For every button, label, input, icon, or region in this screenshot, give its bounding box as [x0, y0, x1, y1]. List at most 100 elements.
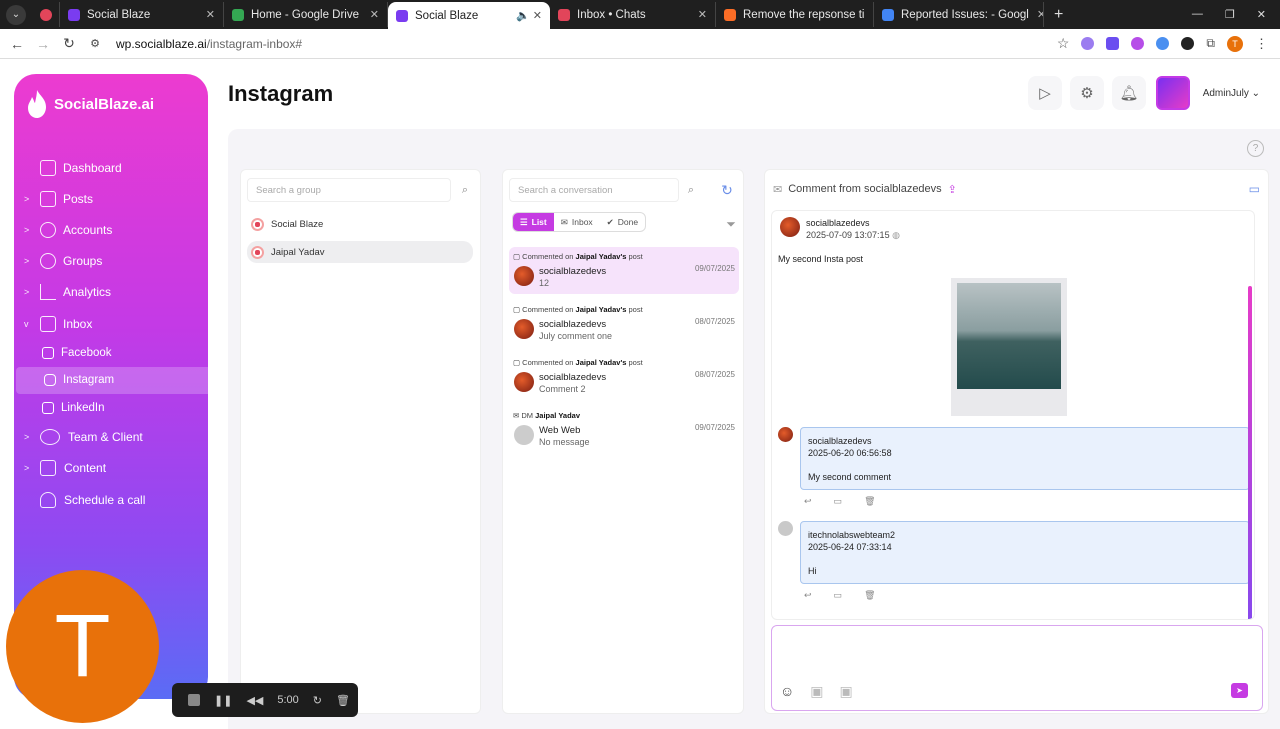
minimize-icon[interactable]: — — [1192, 8, 1203, 21]
tab-search-icon[interactable]: ⌄ — [6, 4, 26, 25]
extension-icon[interactable] — [1131, 37, 1145, 50]
gear-icon[interactable]: ⚙ — [1070, 76, 1104, 110]
sidebar-item-linkedin[interactable]: LinkedIn — [14, 394, 208, 422]
extension-icon[interactable] — [1106, 37, 1120, 50]
group-item-selected[interactable]: Jaipal Yadav — [247, 241, 473, 263]
url-field[interactable]: wp.socialblaze.ai/instagram-inbox# — [116, 37, 302, 51]
more-menu-icon[interactable]: ⋮ — [1255, 36, 1268, 52]
sidebar-item-accounts[interactable]: > Accounts — [14, 214, 208, 245]
stop-icon[interactable] — [188, 694, 200, 706]
mail-icon: ✉ — [773, 183, 783, 196]
reply-icon[interactable]: ↩ — [804, 496, 812, 507]
group-name: Social Blaze — [271, 218, 324, 230]
tab-inbox-chats[interactable]: Inbox • Chats ✕ — [550, 2, 716, 27]
user-avatar[interactable] — [1156, 76, 1190, 110]
extension-icon[interactable] — [1156, 37, 1170, 50]
default-avatar — [778, 521, 793, 536]
check-icon: ✔ — [606, 216, 614, 227]
help-icon[interactable]: ? — [1247, 140, 1264, 157]
sidebar-item-dashboard[interactable]: Dashboard — [14, 152, 208, 183]
filter-done[interactable]: ✔ Done — [600, 213, 645, 231]
forward-icon[interactable]: → — [30, 36, 56, 52]
reply-icon[interactable]: ↩ — [804, 590, 812, 601]
trash-icon[interactable]: 🗑︎ — [864, 496, 875, 507]
extensions-puzzle-icon[interactable]: ⧉ — [1206, 36, 1215, 51]
tab-social-blaze-1[interactable]: Social Blaze ✕ — [60, 2, 224, 27]
google-docs-favicon-icon — [882, 8, 894, 21]
conversation-name: socialblazedevs — [539, 372, 607, 383]
conversation-date: 09/07/2025 — [694, 264, 735, 273]
bookmark-star-icon[interactable]: ☆ — [1057, 35, 1070, 52]
new-tab-button[interactable]: + — [1054, 6, 1063, 24]
extension-icon[interactable] — [1181, 37, 1195, 50]
folder-icon[interactable]: ▭ — [1249, 182, 1260, 196]
filter-funnel-icon[interactable]: ⏷ — [719, 212, 743, 236]
close-icon[interactable]: ✕ — [690, 8, 707, 21]
brand-logo[interactable]: SocialBlaze.ai — [26, 90, 154, 118]
sidebar-item-schedule-call[interactable]: Schedule a call — [14, 484, 208, 515]
tab-gitlab[interactable]: Remove the repsonse ti✕ — [716, 2, 874, 27]
close-icon[interactable]: ✕ — [1029, 8, 1043, 21]
tab-recording[interactable] — [32, 2, 60, 27]
sidebar-item-instagram[interactable]: Instagram — [16, 366, 208, 395]
filter-list[interactable]: ☰ List — [513, 213, 554, 231]
user-menu[interactable]: AdminJuly ⌄ — [1203, 88, 1260, 99]
restore-icon[interactable]: ❐ — [1225, 8, 1235, 21]
close-window-icon[interactable]: ✕ — [1257, 8, 1266, 21]
filter-inbox[interactable]: ✉ Inbox — [554, 213, 600, 231]
conversation-date: 08/07/2025 — [694, 370, 735, 379]
conversation-item[interactable]: ▢ Commented on Jaipal Yadav's post socia… — [509, 300, 739, 347]
conversation-thread: socialblazedevs 2025-07-09 13:07:15 ◍ My… — [771, 210, 1255, 620]
extension-icon[interactable] — [1081, 37, 1095, 50]
play-tutorial-icon[interactable]: ▷ — [1028, 76, 1062, 110]
sidebar-item-groups[interactable]: > Groups — [14, 246, 208, 277]
restart-icon[interactable]: ↻ — [313, 694, 322, 707]
linkedin-icon — [42, 401, 54, 414]
close-icon[interactable]: 🔈 ✕ — [508, 9, 542, 22]
refresh-icon[interactable]: ↻ — [715, 178, 739, 202]
tab-reported-issues[interactable]: Reported Issues: - Googl✕ — [874, 2, 1044, 27]
pause-icon[interactable]: ❚❚ — [214, 694, 232, 707]
detail-title: Comment from socialblazedevs — [788, 183, 942, 195]
trash-icon[interactable]: 🗑︎ — [864, 590, 875, 601]
close-icon[interactable]: ✕ — [864, 8, 873, 21]
profile-avatar[interactable]: T — [1227, 35, 1243, 52]
sidebar-item-team-client[interactable]: > Team & Client — [14, 422, 208, 453]
reload-icon[interactable]: ↻ — [56, 35, 82, 52]
group-search-input[interactable]: Search a group — [247, 178, 451, 202]
emoji-icon[interactable]: ☺ — [780, 683, 794, 700]
comment-bubble: socialblazedevs 2025-06-20 06:56:58 My s… — [800, 427, 1250, 490]
message-icon[interactable]: ▭ — [834, 590, 843, 601]
conversation-item[interactable]: ▢ Commented on Jaipal Yadav's post socia… — [509, 353, 739, 400]
sidebar-item-inbox[interactable]: v Inbox — [14, 308, 208, 339]
sidebar-item-label: Dashboard — [63, 160, 122, 175]
rewind-icon[interactable]: ◀◀ — [246, 694, 263, 707]
sidebar-item-posts[interactable]: > Posts — [14, 183, 208, 214]
conversation-item[interactable]: ▢ Commented on Jaipal Yadav's post socia… — [509, 247, 739, 294]
share-icon[interactable]: ⇪ — [948, 183, 957, 196]
search-icon[interactable]: ⌕ — [453, 178, 477, 202]
reply-box[interactable]: ☺ ▣ ▣ ➤ — [771, 625, 1263, 711]
close-icon[interactable]: ✕ — [198, 8, 215, 21]
back-icon[interactable]: ← — [4, 36, 30, 52]
tab-google-drive[interactable]: Home - Google Drive ✕ — [224, 2, 388, 27]
chevron-right-icon: > — [24, 224, 30, 235]
trash-icon[interactable]: 🗑︎ — [336, 694, 350, 707]
site-info-icon[interactable]: ⚙ — [82, 37, 108, 50]
conversation-item[interactable]: ✉ DM Jaipal Yadav Web Web No message 09/… — [509, 406, 739, 453]
sidebar-item-content[interactable]: > Content — [14, 453, 208, 484]
image-icon[interactable]: ▣ — [810, 683, 823, 700]
message-icon[interactable]: ▭ — [834, 496, 843, 507]
post-image[interactable] — [951, 278, 1067, 416]
send-button[interactable]: ➤ — [1231, 683, 1248, 698]
conversation-search-input[interactable]: Search a conversation — [509, 178, 679, 202]
bell-icon[interactable]: 🔔︎ — [1112, 76, 1146, 110]
tab-social-blaze-active[interactable]: Social Blaze 🔈 ✕ — [388, 2, 550, 29]
ai-image-icon[interactable]: ▣ — [840, 683, 853, 700]
search-icon[interactable]: ⌕ — [679, 178, 703, 202]
close-icon[interactable]: ✕ — [362, 8, 379, 21]
group-item[interactable]: Social Blaze — [247, 213, 473, 235]
sidebar-item-facebook[interactable]: Facebook — [14, 339, 208, 367]
scrollbar[interactable] — [1248, 286, 1252, 619]
sidebar-item-analytics[interactable]: > Analytics — [14, 277, 208, 308]
